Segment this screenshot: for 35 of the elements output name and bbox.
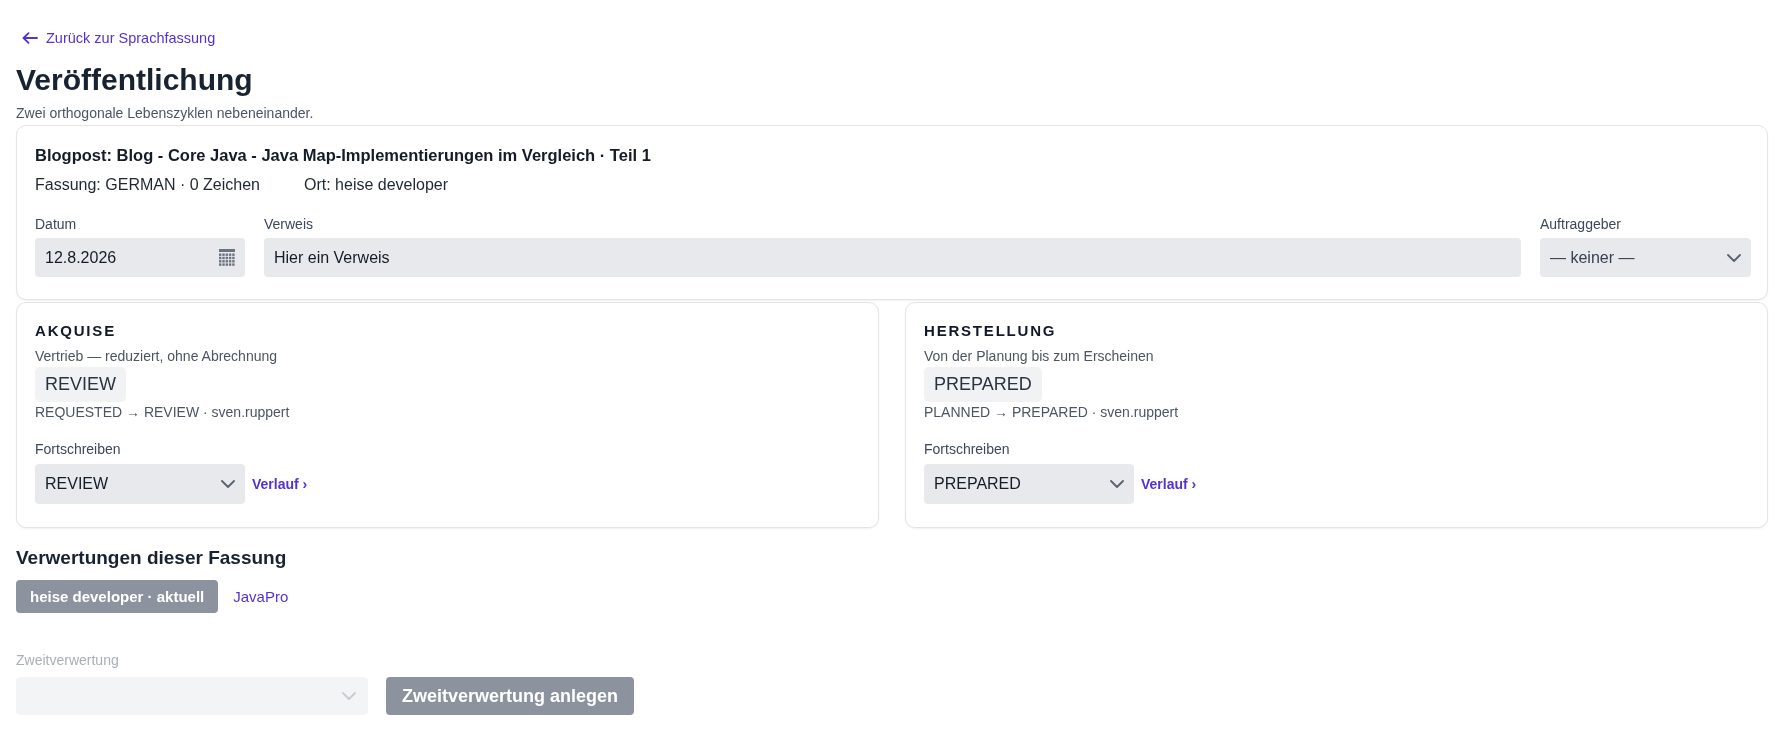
status-badge: REVIEW — [35, 367, 126, 402]
select-field[interactable]: PREPARED — [924, 464, 1134, 504]
history-link[interactable]: Verlauf › — [252, 475, 308, 493]
transition-text: REQUESTED → REVIEW · sven.ruppert — [35, 403, 290, 421]
meta-text: Fassung: GERMAN · 0 Zeichen — [35, 175, 260, 195]
history-link[interactable]: Verlauf › — [1141, 475, 1197, 493]
transition-text: PLANNED → PREPARED · sven.ruppert — [924, 403, 1179, 421]
field-label: Datum — [35, 215, 77, 233]
text-field[interactable]: Hier ein Verweis — [264, 238, 1521, 277]
date-field[interactable]: 12.8.2026 — [35, 238, 245, 277]
back-link[interactable]: Zurück zur Sprachfassung — [22, 28, 216, 48]
chevron-down-icon — [1727, 253, 1741, 262]
page-subtitle: Zwei orthogonale Lebenszyklen nebeneinander. — [16, 104, 314, 122]
select-field[interactable]: REVIEW — [35, 464, 245, 504]
arrow-left-icon — [22, 32, 38, 44]
chevron-down-icon — [221, 480, 235, 488]
section-title: Verwertungen dieser Fassung — [16, 546, 287, 570]
usage-link[interactable]: JavaPro — [233, 586, 289, 607]
select-field[interactable]: — keiner — — [1540, 238, 1751, 277]
field-label: Auftraggeber — [1540, 215, 1621, 233]
field-label: Fortschreiben — [35, 440, 121, 458]
lifecycle-title: HERSTELLUNG — [924, 321, 1057, 341]
chevron-down-icon — [342, 692, 356, 700]
status-badge: PREPARED — [924, 367, 1042, 402]
lifecycle-description: Vertrieb — reduziert, ohne Abrechnung — [35, 347, 278, 365]
page-title: Veröffentlichung — [16, 62, 253, 98]
lifecycle-description: Von der Planung bis zum Erscheinen — [924, 347, 1154, 365]
lifecycle-title: AKQUISE — [35, 321, 116, 341]
field-label: Zweitverwertung — [16, 651, 119, 669]
publication-title: Blogpost: Blog - Core Java - Java Map-Implementierungen im Vergleich · Teil 1 — [35, 145, 651, 166]
field-label: Verweis — [264, 215, 314, 233]
field-label: Fortschreiben — [924, 440, 1010, 458]
meta-text: Ort: heise developer — [303, 175, 449, 195]
calendar-icon — [219, 249, 235, 266]
chevron-down-icon — [1110, 480, 1124, 488]
